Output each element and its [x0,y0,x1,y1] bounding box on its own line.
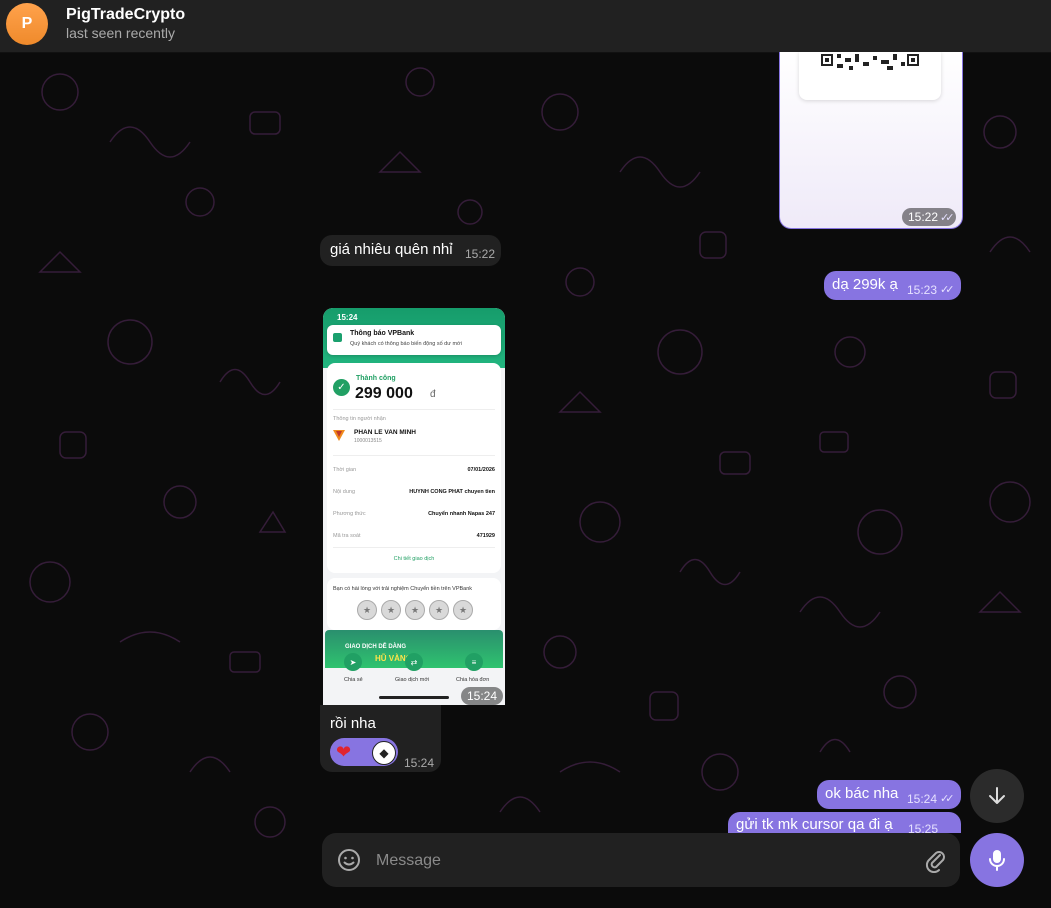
chat-status: last seen recently [66,25,175,41]
message-time: 15:24 [404,756,435,770]
currency-symbol: đ [430,389,436,400]
transfer-receipt-card: ✓ Thành công 299 000 đ Thông tin người n… [327,363,501,573]
message-time: 15:25 [908,822,939,833]
heart-star-icon: ★ [429,600,449,620]
row-value: Chuyển nhanh Napas 247 [428,511,495,517]
outgoing-message[interactable]: ok bác nha 15:24 ✓✓ [817,780,961,809]
avatar[interactable]: P [6,3,48,45]
share-icon: ➤ [344,653,362,671]
heart-star-icon: ★ [405,600,425,620]
bank-transfer-screenshot[interactable]: 15:24 Thông báo VPBank Quý khách có thôn… [323,308,505,705]
outgoing-photo-message[interactable]: 15:22 ✓✓ [779,52,963,229]
transfer-amount: 299 000 [355,385,413,402]
message-time: 15:23 [907,283,938,297]
phone-status-time: 15:24 [337,313,358,322]
divider [333,409,495,410]
arrow-down-icon [989,787,1005,804]
time-label: 15:22 [908,210,939,224]
success-label: Thành công [356,375,396,382]
row-label: Thời gian [333,467,357,473]
bank-logo-icon [333,430,345,441]
message-time: 15:22 [465,247,496,261]
qr-code-image [821,54,919,70]
rating-question: Bạn có hài lòng với trải nghiệm Chuyển t… [333,586,473,592]
message-text: rồi nha [330,715,376,732]
chat-title[interactable]: PigTradeCrypto [66,6,185,24]
double-check-icon: ✓✓ [940,284,955,296]
paperclip-icon[interactable] [922,847,948,873]
qr-code-card [799,52,941,100]
recipient-account: 1000013515 [354,438,382,444]
divider [333,455,495,456]
message-text: gửi tk mk cursor qa đi ạ [736,816,893,833]
heart-reaction-icon: ❤ [336,742,352,762]
message-input[interactable] [374,845,898,877]
incoming-message[interactable]: rồi nha ❤ ◆ 15:24 [320,705,441,772]
heart-star-icon: ★ [381,600,401,620]
row-label: Phương thức [333,511,366,517]
message-text: dạ 299k ạ [832,276,898,293]
row-value: 07/01/2026 [467,467,495,473]
double-check-icon: ✓✓ [940,212,955,224]
chat-header[interactable]: P PigTradeCrypto last seen recently [0,0,1051,53]
outgoing-message[interactable]: dạ 299k ạ 15:23 ✓✓ [824,271,961,300]
message-text: ok bác nha [825,785,899,802]
incoming-message[interactable]: giá nhiêu quên nhỉ 15:22 [320,235,501,266]
promo-line1: GIAO DỊCH DỄ DÀNG [345,644,407,650]
scroll-to-bottom-button[interactable] [970,769,1024,823]
split-bill-icon: ≡ [465,653,483,671]
rating-hearts: ★ ★ ★ ★ ★ [357,600,477,620]
emoji-icon[interactable] [336,847,362,873]
divider [333,547,495,548]
reactor-avatar: ◆ [372,741,396,765]
voice-record-button[interactable] [970,833,1024,887]
row-value: HUYNH CONG PHAT chuyen tien [409,489,495,495]
notification-body: Quý khách có thông báo biến động số dư m… [350,341,462,347]
row-label: Mã tra soát [333,533,361,539]
heart-star-icon: ★ [453,600,473,620]
double-check-icon: ✓✓ [940,793,955,805]
recipient-label: Thông tin người nhận [333,416,386,422]
vpbank-icon [333,333,342,342]
row-label: Nội dung [333,489,356,495]
notification-title: Thông báo VPBank [350,330,415,337]
reactions[interactable]: ❤ ◆ [330,738,398,766]
rating-card: Bạn có hài lòng với trải nghiệm Chuyển t… [327,578,501,630]
new-transfer-icon: ⇄ [405,653,423,671]
message-time: 15:24 [461,687,504,705]
message-text: giá nhiêu quên nhỉ [330,241,453,258]
outgoing-message[interactable]: gửi tk mk cursor qa đi ạ 15:25 [728,812,961,833]
action-label: Chia hóa đơn [456,677,490,683]
message-composer [322,833,960,887]
home-indicator [379,696,449,699]
heart-star-icon: ★ [357,600,377,620]
message-time: 15:24 [907,792,938,806]
action-label: Chia sẻ [344,677,363,683]
microphone-icon [989,850,1005,871]
message-time: 15:22 ✓✓ [902,208,957,226]
success-check-icon: ✓ [333,379,350,396]
row-value: 471929 [476,533,495,539]
transaction-detail-link: Chi tiết giao dịch [393,556,435,562]
recipient-name: PHAN LE VAN MINH [354,429,416,436]
bank-notification: Thông báo VPBank Quý khách có thông báo … [327,325,501,355]
action-label: Giao dịch mới [395,677,430,683]
